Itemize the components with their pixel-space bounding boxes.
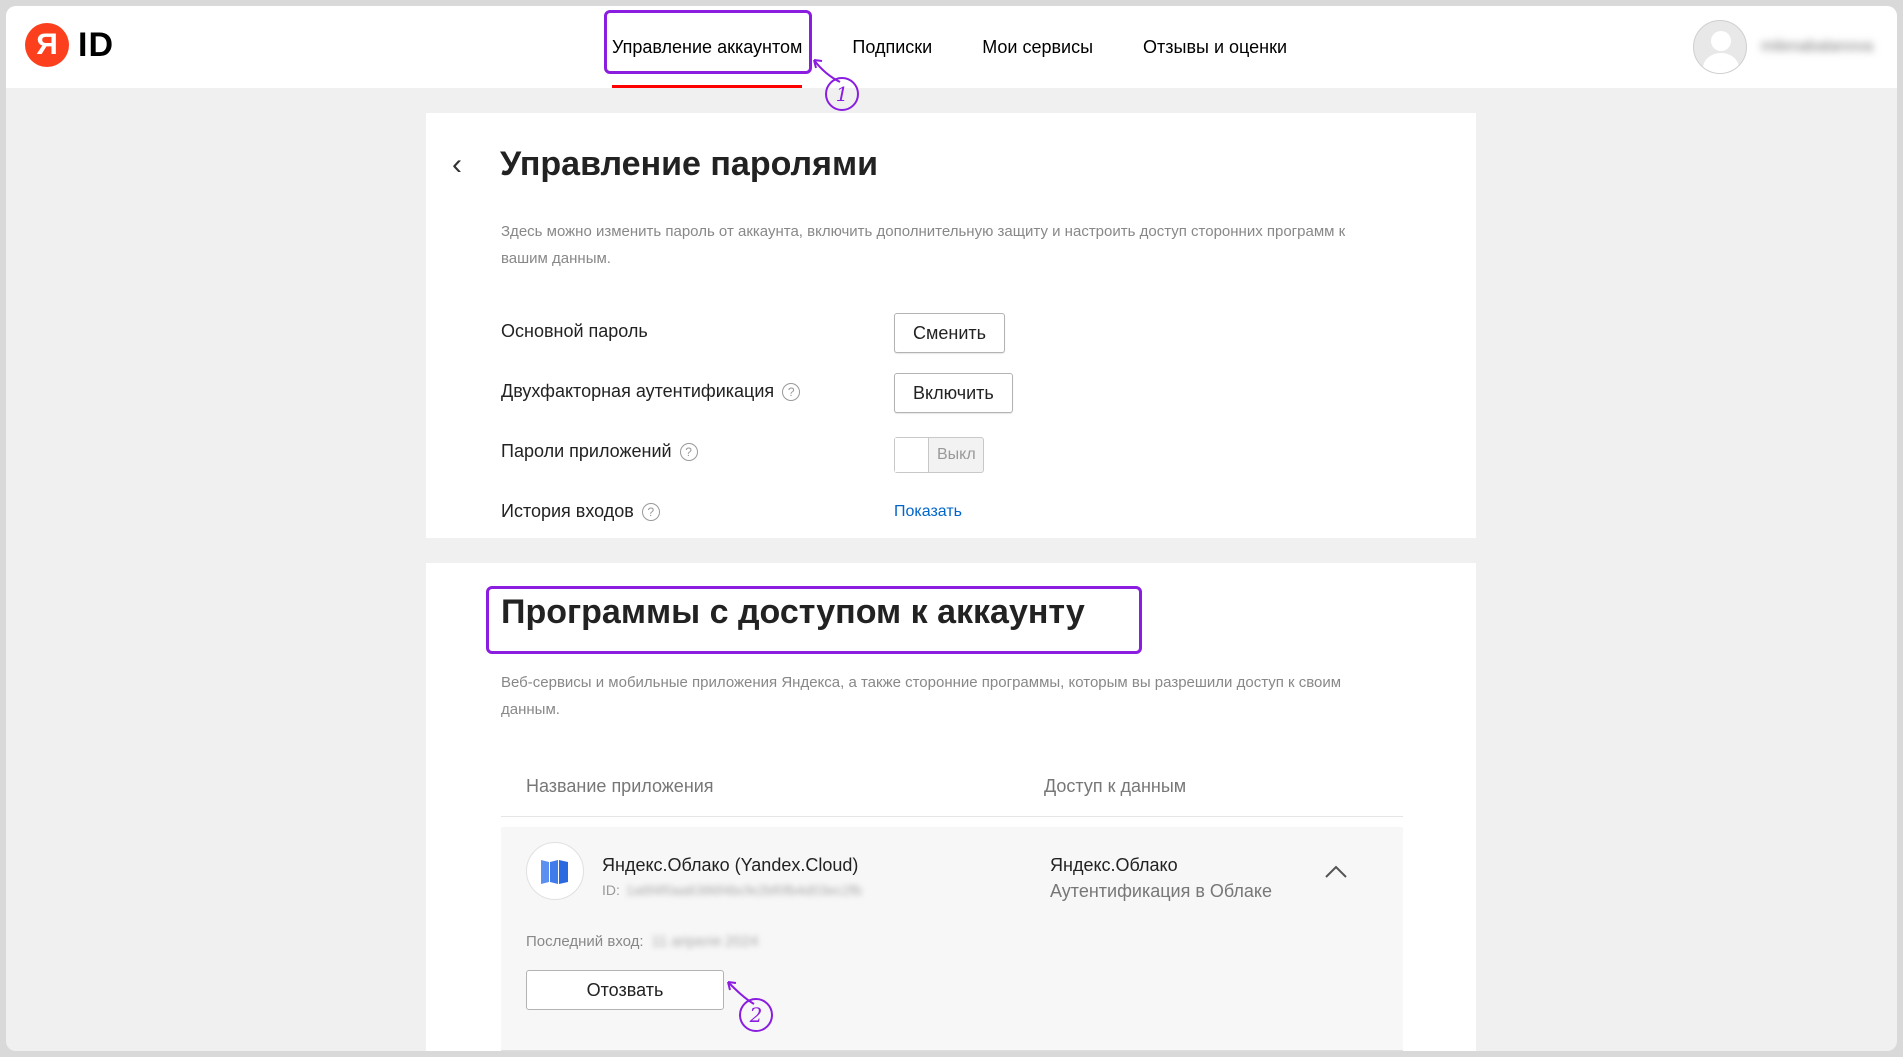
main-password-row: Основной пароль bbox=[501, 321, 648, 342]
apps-section-description: Веб-сервисы и мобильные приложения Яндек… bbox=[501, 674, 1342, 718]
main-password-label: Основной пароль bbox=[501, 321, 648, 341]
show-login-history-link[interactable]: Показать bbox=[894, 503, 962, 521]
yandex-logo-icon: Я bbox=[25, 23, 69, 67]
column-header-data-access: Доступ к данным bbox=[1044, 776, 1187, 796]
toggle-state-label: Выкл bbox=[937, 446, 976, 463]
app-id-value: 1a6f4f0aa6386f4bcfe2bf0fb4d03ec2fb bbox=[625, 882, 862, 898]
apps-access-card: Программы с доступом к аккаунту Веб-серв… bbox=[426, 563, 1476, 1051]
login-history-row: История входов ? bbox=[501, 501, 660, 522]
access-service-name: Яндекс.Облако bbox=[1050, 855, 1178, 875]
help-icon[interactable]: ? bbox=[641, 502, 660, 521]
two-factor-label: Двухфакторная аутентификация bbox=[501, 381, 775, 401]
annotation-marker-1: 1 bbox=[825, 77, 859, 111]
page-title: Управление паролями bbox=[500, 145, 879, 183]
access-description: Аутентификация в Облаке bbox=[1050, 881, 1273, 901]
app-passwords-row: Пароли приложений ? bbox=[501, 441, 698, 462]
column-header-app-name: Название приложения bbox=[526, 776, 714, 796]
nav-item-reviews[interactable]: Отзывы и оценки bbox=[1143, 6, 1287, 88]
help-icon[interactable]: ? bbox=[782, 382, 801, 401]
yandex-id-logo[interactable]: Я ID bbox=[25, 23, 114, 67]
revoke-button[interactable]: Отозвать bbox=[526, 970, 724, 1010]
app-id-label: ID: bbox=[602, 882, 620, 898]
table-row[interactable]: Яндекс.Облако (Yandex.Cloud) ID: 1a6f4f0… bbox=[501, 827, 1403, 1051]
password-management-card: ‹ Управление паролями Здесь можно измени… bbox=[426, 113, 1476, 538]
last-login-date: 11 апреля 2024 bbox=[651, 933, 759, 950]
nav-highlight-annotation bbox=[604, 10, 812, 74]
annotation-marker-2: 2 bbox=[739, 998, 773, 1032]
last-login: Последний вход: 11 апреля 2024 bbox=[526, 933, 758, 950]
section-title: Программы с доступом к аккаунту bbox=[501, 593, 1085, 631]
apps-table-header: Название приложения Доступ к данным bbox=[501, 758, 1403, 817]
logo-text: ID bbox=[78, 25, 114, 64]
top-bar: Я ID Управление аккаунтом Подписки Мои с… bbox=[6, 6, 1897, 88]
toggle-knob bbox=[895, 438, 929, 472]
app-passwords-toggle[interactable]: Выкл bbox=[894, 437, 984, 473]
nav-item-my-services[interactable]: Мои сервисы bbox=[982, 6, 1093, 88]
two-factor-row: Двухфакторная аутентификация ? bbox=[501, 381, 801, 402]
user-menu[interactable]: milenabalanova bbox=[1692, 20, 1873, 74]
username: milenabalanova bbox=[1760, 38, 1873, 55]
browser-frame: Я ID Управление аккаунтом Подписки Мои с… bbox=[6, 6, 1897, 1051]
yandex-cloud-icon bbox=[526, 842, 584, 900]
app-name: Яндекс.Облако (Yandex.Cloud) bbox=[602, 855, 859, 875]
help-icon[interactable]: ? bbox=[679, 442, 698, 461]
chevron-up-icon[interactable] bbox=[1323, 861, 1349, 881]
last-login-label: Последний вход: bbox=[526, 933, 644, 950]
nav-item-subscriptions[interactable]: Подписки bbox=[852, 6, 932, 88]
avatar[interactable] bbox=[1692, 20, 1747, 74]
enable-two-factor-button[interactable]: Включить bbox=[894, 373, 1013, 413]
app-passwords-label: Пароли приложений bbox=[501, 441, 672, 461]
back-arrow-icon[interactable]: ‹ bbox=[452, 150, 476, 180]
password-section-description: Здесь можно изменить пароль от аккаунта,… bbox=[501, 223, 1346, 267]
login-history-label: История входов bbox=[501, 501, 634, 521]
change-password-button[interactable]: Сменить bbox=[894, 313, 1006, 353]
app-id: ID: 1a6f4f0aa6386f4bcfe2bf0fb4d03ec2fb bbox=[602, 882, 862, 898]
